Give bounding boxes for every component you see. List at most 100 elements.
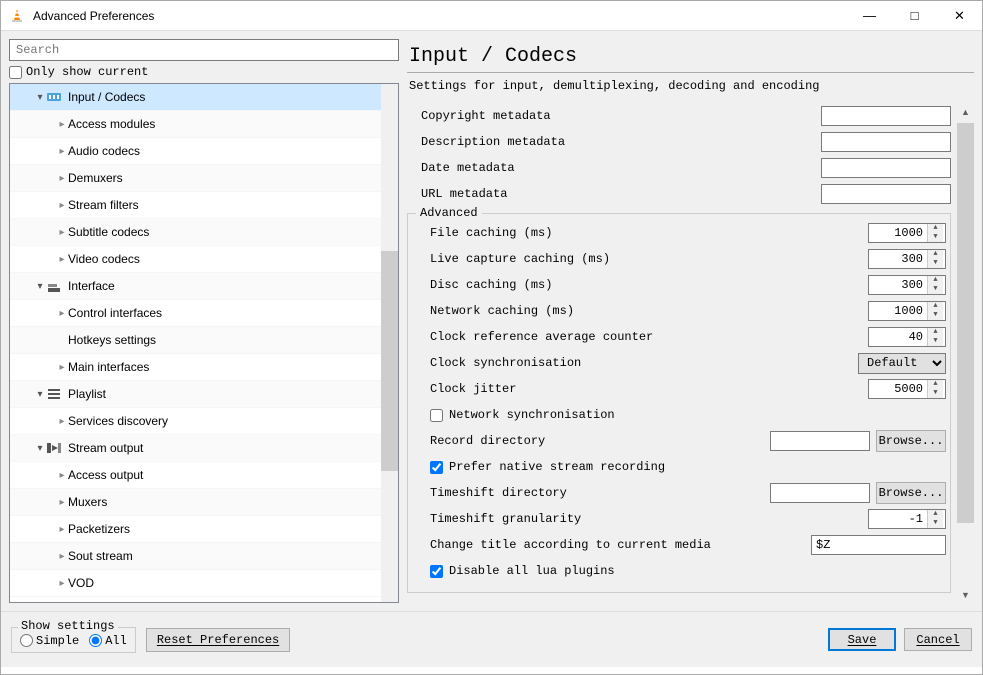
tree-scrollbar[interactable] xyxy=(381,84,398,602)
chevron-right-icon[interactable] xyxy=(56,362,68,373)
tree-item[interactable]: Demuxers xyxy=(10,165,398,192)
timeshift-dir-label: Timeshift directory xyxy=(430,486,770,500)
tree-item[interactable]: Subtitle codecs xyxy=(10,219,398,246)
titlebar: Advanced Preferences — □ ✕ xyxy=(1,1,982,31)
description-metadata-input[interactable] xyxy=(821,132,951,152)
tree-item[interactable]: Playlist xyxy=(10,381,398,408)
record-dir-input[interactable] xyxy=(770,431,870,451)
cancel-button[interactable]: Cancel xyxy=(904,628,972,651)
tree-item-label: Video codecs xyxy=(68,252,140,266)
tree-item[interactable]: Interface xyxy=(10,273,398,300)
save-button[interactable]: Save xyxy=(828,628,896,651)
content-scrollbar[interactable]: ▲ ▼ xyxy=(957,103,974,603)
chevron-right-icon[interactable] xyxy=(56,578,68,589)
chevron-right-icon[interactable] xyxy=(56,173,68,184)
prefer-native-label: Prefer native stream recording xyxy=(449,460,665,474)
record-dir-browse-button[interactable]: Browse... xyxy=(876,430,946,452)
tree-item[interactable]: Services discovery xyxy=(10,408,398,435)
simple-radio[interactable]: Simple xyxy=(20,634,79,648)
only-show-current-box[interactable] xyxy=(9,66,22,79)
timeshift-dir-input[interactable] xyxy=(770,483,870,503)
playlist-icon xyxy=(46,386,62,402)
network-caching-label: Network caching (ms) xyxy=(430,304,868,318)
tree-item[interactable]: Main interfaces xyxy=(10,354,398,381)
disc-caching-spinner[interactable]: ▲▼ xyxy=(868,275,946,295)
advanced-legend: Advanced xyxy=(416,206,482,220)
chevron-right-icon[interactable] xyxy=(56,119,68,130)
tree-item[interactable]: Control interfaces xyxy=(10,300,398,327)
timeshift-gran-spinner[interactable]: ▲▼ xyxy=(868,509,946,529)
vlc-icon xyxy=(9,8,25,24)
chevron-down-icon[interactable] xyxy=(34,443,46,454)
copyright-metadata-label: Copyright metadata xyxy=(421,109,821,123)
tree-item-label: Access modules xyxy=(68,117,155,131)
chevron-right-icon[interactable] xyxy=(56,470,68,481)
change-title-label: Change title according to current media xyxy=(430,538,811,552)
live-caching-spinner[interactable]: ▲▼ xyxy=(868,249,946,269)
url-metadata-input[interactable] xyxy=(821,184,951,204)
chevron-right-icon[interactable] xyxy=(56,524,68,535)
network-caching-spinner[interactable]: ▲▼ xyxy=(868,301,946,321)
tree-item[interactable]: Access modules xyxy=(10,111,398,138)
network-sync-checkbox[interactable] xyxy=(430,409,443,422)
date-metadata-input[interactable] xyxy=(821,158,951,178)
tree-item[interactable]: Stream filters xyxy=(10,192,398,219)
file-caching-spinner[interactable]: ▲▼ xyxy=(868,223,946,243)
spinner-up-icon[interactable]: ▲ xyxy=(928,224,943,233)
panel-title: Input / Codecs xyxy=(407,39,974,73)
tree-item[interactable]: Hotkeys settings xyxy=(10,327,398,354)
tree-item[interactable]: Muxers xyxy=(10,489,398,516)
chevron-right-icon[interactable] xyxy=(56,551,68,562)
clock-sync-select[interactable]: Default xyxy=(858,353,946,374)
disable-lua-checkbox[interactable] xyxy=(430,565,443,578)
chevron-right-icon[interactable] xyxy=(56,200,68,211)
tree-item[interactable]: VOD xyxy=(10,570,398,597)
tree-item[interactable]: Sout stream xyxy=(10,543,398,570)
minimize-button[interactable]: — xyxy=(847,1,892,30)
chevron-right-icon[interactable] xyxy=(56,308,68,319)
tree-item[interactable]: Packetizers xyxy=(10,516,398,543)
reset-preferences-button[interactable]: Reset Preferences xyxy=(146,628,290,652)
maximize-button[interactable]: □ xyxy=(892,1,937,30)
tree-item[interactable]: Input / Codecs xyxy=(10,84,398,111)
show-settings-group: Show settings Simple All xyxy=(11,627,136,653)
tree-item-label: Main interfaces xyxy=(68,360,149,374)
tree-item-label: Muxers xyxy=(68,495,107,509)
advanced-group: Advanced File caching (ms)▲▼ Live captur… xyxy=(407,213,951,593)
chevron-right-icon[interactable] xyxy=(56,497,68,508)
tree-item-label: Stream output xyxy=(68,441,143,455)
tree-item[interactable]: Access output xyxy=(10,462,398,489)
tree-item[interactable]: Stream output xyxy=(10,435,398,462)
network-sync-label: Network synchronisation xyxy=(449,408,615,422)
only-show-current-checkbox[interactable]: Only show current xyxy=(9,65,399,79)
chevron-right-icon[interactable] xyxy=(56,416,68,427)
clock-jitter-spinner[interactable]: ▲▼ xyxy=(868,379,946,399)
tree-item-label: Packetizers xyxy=(68,522,130,536)
change-title-input[interactable] xyxy=(811,535,946,555)
clock-ref-label: Clock reference average counter xyxy=(430,330,868,344)
tree-item[interactable]: Audio codecs xyxy=(10,138,398,165)
prefer-native-checkbox[interactable] xyxy=(430,461,443,474)
tree-item-label: Control interfaces xyxy=(68,306,162,320)
disc-caching-label: Disc caching (ms) xyxy=(430,278,868,292)
chevron-down-icon[interactable] xyxy=(34,281,46,292)
search-input[interactable] xyxy=(9,39,399,61)
chevron-down-icon[interactable] xyxy=(34,389,46,400)
clock-ref-spinner[interactable]: ▲▼ xyxy=(868,327,946,347)
date-metadata-label: Date metadata xyxy=(421,161,821,175)
chevron-right-icon[interactable] xyxy=(56,146,68,157)
all-radio[interactable]: All xyxy=(89,634,127,648)
copyright-metadata-input[interactable] xyxy=(821,106,951,126)
spinner-down-icon[interactable]: ▼ xyxy=(928,233,943,242)
scroll-down-icon[interactable]: ▼ xyxy=(957,586,974,603)
timeshift-dir-browse-button[interactable]: Browse... xyxy=(876,482,946,504)
tree-item-label: Subtitle codecs xyxy=(68,225,149,239)
clock-jitter-label: Clock jitter xyxy=(430,382,868,396)
tree-item-label: Services discovery xyxy=(68,414,168,428)
chevron-down-icon[interactable] xyxy=(34,92,46,103)
scroll-up-icon[interactable]: ▲ xyxy=(957,103,974,120)
close-button[interactable]: ✕ xyxy=(937,1,982,30)
chevron-right-icon[interactable] xyxy=(56,254,68,265)
chevron-right-icon[interactable] xyxy=(56,227,68,238)
tree-item[interactable]: Video codecs xyxy=(10,246,398,273)
